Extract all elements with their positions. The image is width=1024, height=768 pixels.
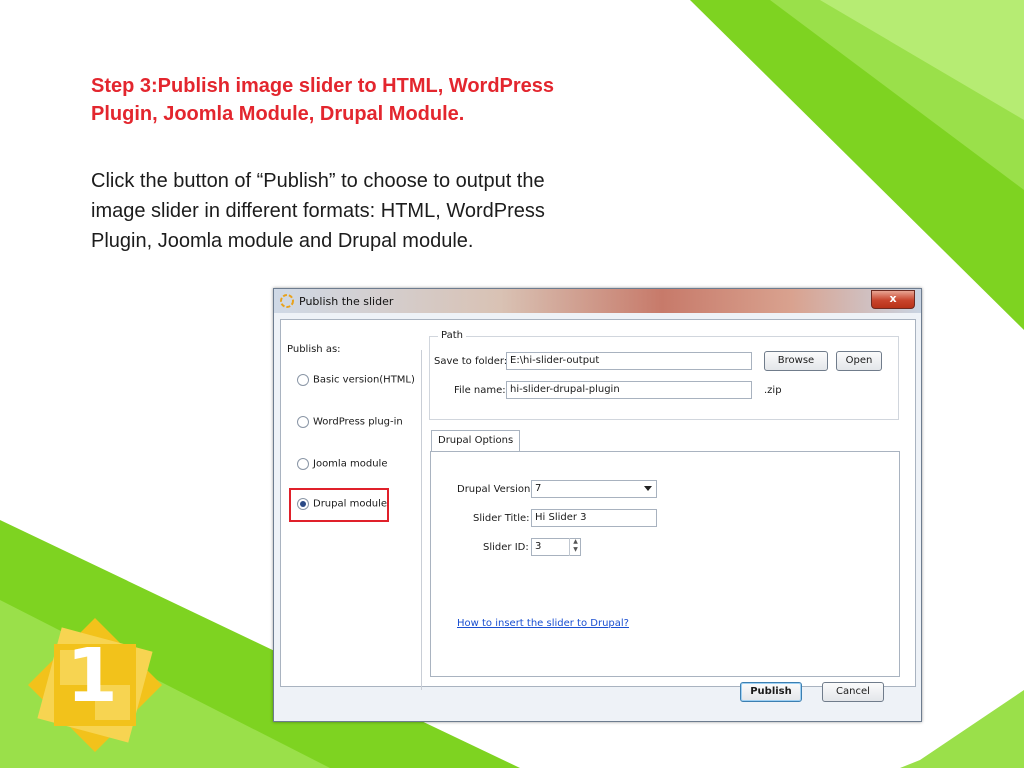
slider-id-value: 3 [535,541,542,552]
radio-label: WordPress plug-in [313,416,403,428]
publish-button[interactable]: Publish [740,682,802,702]
slider-title-input[interactable]: Hi Slider 3 [531,509,657,527]
vertical-divider [421,350,422,690]
cancel-button[interactable]: Cancel [822,682,884,702]
dialog-titlebar[interactable]: Publish the slider x [274,289,921,313]
radio-checked-icon[interactable] [297,498,309,510]
radio-icon[interactable] [297,416,309,428]
body-line-2: image slider in different formats: HTML,… [91,200,545,222]
drupal-version-label: Drupal Version: [457,484,534,495]
browse-button[interactable]: Browse [764,351,828,371]
body-line-3: Plugin, Joomla module and Drupal module. [91,230,474,252]
radio-basic-html[interactable]: Basic version(HTML) [297,374,415,386]
slide-logo-number: 1 [66,633,118,719]
drupal-version-select[interactable]: 7 [531,480,657,498]
save-to-folder-label: Save to folder: [434,356,508,367]
help-link[interactable]: How to insert the slider to Drupal? [457,618,629,629]
spin-down-icon[interactable]: ▼ [570,546,581,554]
slide-heading: Step 3:Publish image slider to HTML, Wor… [91,72,731,128]
radio-drupal-module[interactable]: Drupal module [297,498,387,510]
dialog-content: Publish as: Basic version(HTML) WordPres… [280,319,916,690]
drupal-version-value: 7 [535,483,542,494]
publish-as-label: Publish as: [287,344,341,355]
radio-icon[interactable] [297,458,309,470]
open-button[interactable]: Open [836,351,882,371]
publish-dialog: Publish the slider x Publish as: Basic v… [273,288,922,722]
chevron-down-icon[interactable] [644,486,652,491]
radio-wordpress-plugin[interactable]: WordPress plug-in [297,416,403,428]
slider-id-label: Slider ID: [483,542,529,553]
drupal-options-panel: Drupal Version: 7 Slider Title: Hi Slide… [430,451,900,677]
path-legend: Path [438,330,466,341]
slider-id-stepper[interactable]: ▲ ▼ [569,538,581,556]
heading-line-1: Step 3:Publish image slider to HTML, Wor… [91,75,555,97]
save-to-folder-input[interactable]: E:\hi-slider-output [506,352,752,370]
heading-line-2: Plugin, Joomla Module, Drupal Module. [91,103,465,125]
body-line-1: Click the button of “Publish” to choose … [91,170,545,192]
radio-label: Joomla module [313,458,388,470]
dialog-title: Publish the slider [299,295,394,308]
close-button[interactable]: x [871,290,915,309]
radio-label: Basic version(HTML) [313,374,415,386]
file-name-label: File name: [454,385,506,396]
radio-label: Drupal module [313,498,388,510]
slide-body-text: Click the button of “Publish” to choose … [91,166,731,256]
app-icon [280,294,294,308]
slider-title-label: Slider Title: [473,513,530,524]
radio-icon[interactable] [297,374,309,386]
file-name-input[interactable]: hi-slider-drupal-plugin [506,381,752,399]
file-extension: .zip [764,385,782,396]
spin-up-icon[interactable]: ▲ [570,538,581,546]
radio-joomla-module[interactable]: Joomla module [297,458,388,470]
tab-drupal-options[interactable]: Drupal Options [431,430,521,453]
path-group: Path Save to folder: E:\hi-slider-output… [429,330,899,420]
